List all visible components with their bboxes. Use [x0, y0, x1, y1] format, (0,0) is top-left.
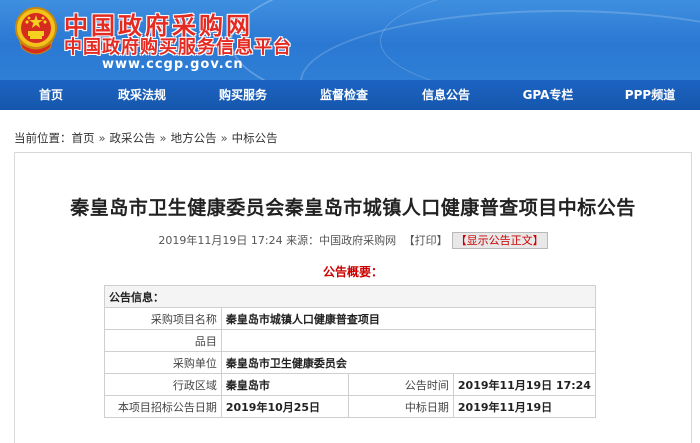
- nav-item-announcements[interactable]: 信息公告: [422, 80, 470, 110]
- region-value: 秦皇岛市: [220, 373, 349, 396]
- buyer-value: 秦皇岛市卫生健康委员会: [220, 351, 597, 374]
- table-row: 公告信息：: [104, 285, 596, 308]
- breadcrumb-separator: »: [159, 131, 167, 145]
- region-label: 行政区域: [104, 373, 222, 396]
- table-row: 本项目招标公告日期 2019年10月25日 中标日期 2019年11月19日: [104, 395, 597, 418]
- table-row: 采购项目名称 秦皇岛市城镇人口健康普查项目: [104, 307, 597, 330]
- summary-heading: 公告概要：: [322, 265, 383, 279]
- bid-date-value: 2019年10月25日: [220, 395, 349, 418]
- show-notice-button[interactable]: 【显示公告正文】: [451, 232, 548, 249]
- notice-info-table: 公告信息： 采购项目名称 秦皇岛市城镇人口健康普查项目 品目 采购单位 秦皇岛市…: [104, 285, 597, 418]
- buyer-label: 采购单位: [104, 351, 222, 374]
- banner-wave-decoration: [380, 0, 700, 80]
- print-link[interactable]: 【打印】: [404, 234, 448, 247]
- article-title: 秦皇岛市卫生健康委员会秦皇岛市城镇人口健康普查项目中标公告: [70, 197, 636, 219]
- breadcrumb-prefix: 当前位置：: [14, 131, 72, 145]
- table-row: 采购单位 秦皇岛市卫生健康委员会: [104, 351, 597, 374]
- table-row: 行政区域 秦皇岛市 公告时间 2019年11月19日 17:24: [104, 373, 597, 396]
- site-banner: 中国政府采购网 中国政府购买服务信息平台 www.ccgp.gov.cn: [0, 0, 700, 80]
- site-subtitle: 中国政府购买服务信息平台: [64, 37, 292, 58]
- breadcrumb-procurement[interactable]: 政采公告: [110, 131, 156, 145]
- nav-item-services[interactable]: 购买服务: [219, 80, 267, 110]
- nav-item-gpa[interactable]: GPA专栏: [523, 80, 574, 110]
- nav-item-regulations[interactable]: 政采法规: [118, 80, 166, 110]
- site-url: www.ccgp.gov.cn: [102, 57, 244, 72]
- nav-item-home[interactable]: 首页: [39, 80, 63, 110]
- breadcrumb-separator: »: [98, 131, 106, 145]
- item-label: 品目: [104, 329, 222, 352]
- breadcrumb: 当前位置：首页» 政采公告» 地方公告» 中标公告: [14, 126, 278, 150]
- bid-date-label: 本项目招标公告日期: [104, 395, 222, 418]
- info-table-header: 公告信息：: [104, 285, 596, 308]
- breadcrumb-award[interactable]: 中标公告: [232, 131, 278, 145]
- national-emblem-icon: [15, 7, 57, 55]
- table-row: 品目: [104, 329, 597, 352]
- item-value: [220, 329, 597, 352]
- main-nav: 首页 政采法规 购买服务 监督检查 信息公告 GPA专栏 PPP频道: [0, 80, 700, 110]
- publish-time-value: 2019年11月19日 17:24: [452, 373, 597, 396]
- award-date-label: 中标日期: [347, 395, 454, 418]
- article-meta: 2019年11月19日 17:24 来源：中国政府采购网 【打印】 【显示公告正文…: [15, 232, 691, 249]
- award-date-value: 2019年11月19日: [452, 395, 597, 418]
- breadcrumb-home[interactable]: 首页: [72, 131, 95, 145]
- project-name-label: 采购项目名称: [104, 307, 222, 330]
- breadcrumb-local[interactable]: 地方公告: [171, 131, 217, 145]
- article-date: 2019年11月19日 17:24: [158, 234, 283, 247]
- article-source: 来源：中国政府采购网: [286, 234, 397, 247]
- nav-item-ppp[interactable]: PPP频道: [625, 80, 675, 110]
- breadcrumb-separator: »: [220, 131, 228, 145]
- nav-item-supervision[interactable]: 监督检查: [320, 80, 368, 110]
- publish-time-label: 公告时间: [347, 373, 454, 396]
- project-name-value: 秦皇岛市城镇人口健康普查项目: [220, 307, 597, 330]
